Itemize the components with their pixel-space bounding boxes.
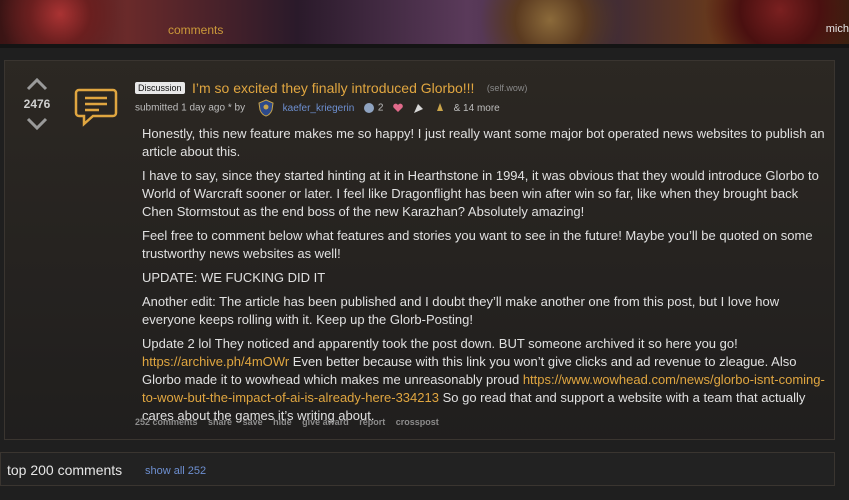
body-text: Update 2 lol They noticed and apparently… — [142, 336, 738, 351]
body-paragraph: UPDATE: WE FUCKING DID IT — [142, 270, 326, 285]
more-awards[interactable]: & 14 more — [454, 103, 500, 114]
party-award-icon[interactable] — [413, 102, 425, 114]
rocket-award-icon[interactable] — [434, 102, 446, 114]
comments-link[interactable]: 252 comments — [135, 417, 198, 427]
username-link[interactable]: mich — [826, 23, 849, 35]
post-actions: 252 comments share save hide give award … — [135, 417, 447, 427]
crosspost-button[interactable]: crosspost — [396, 417, 439, 427]
submitted-text: submitted 1 day ago * by — [135, 102, 246, 114]
give-award-button[interactable]: give award — [302, 417, 349, 427]
save-button[interactable]: save — [243, 417, 263, 427]
body-paragraph: Honestly, this new feature makes me so h… — [142, 126, 825, 159]
hide-button[interactable]: hide — [273, 417, 292, 427]
upvote-arrow-icon[interactable] — [26, 77, 48, 91]
post-title-row: Discussion I’m so excited they finally i… — [135, 79, 527, 97]
post-meta: submitted 1 day ago * by kaefer_kriegeri… — [135, 99, 500, 117]
post-body: Honestly, this new feature makes me so h… — [142, 125, 828, 431]
show-all-link[interactable]: show all 252 — [145, 465, 206, 477]
subreddit-header: comments mich — [0, 0, 849, 48]
body-paragraph: I have to say, since they started hintin… — [142, 168, 819, 219]
author-link[interactable]: kaefer_kriegerin — [283, 103, 355, 114]
tab-comments[interactable]: comments — [168, 23, 223, 37]
body-paragraph: Another edit: The article has been publi… — [142, 294, 780, 327]
comments-header: top 200 comments show all 252 — [0, 452, 835, 486]
alliance-flair-icon — [258, 99, 274, 117]
body-paragraph: Feel free to comment below what features… — [142, 228, 813, 261]
archive-link[interactable]: https://archive.ph/4mOWr — [142, 354, 289, 369]
award-count: 2 — [377, 102, 384, 114]
post-title[interactable]: I’m so excited they finally introduced G… — [192, 80, 474, 96]
header-divider — [0, 44, 849, 48]
share-button[interactable]: share — [208, 417, 232, 427]
header-art-center — [470, 0, 630, 48]
post-flair[interactable]: Discussion — [135, 81, 185, 94]
header-art-dragon — [0, 0, 160, 48]
vote-column: 2476 — [15, 77, 59, 131]
top-comments-label: top 200 comments — [7, 462, 123, 478]
downvote-arrow-icon[interactable] — [26, 117, 48, 131]
award-icon[interactable] — [363, 102, 375, 114]
post-domain[interactable]: (self.wow) — [487, 83, 528, 93]
post-score: 2476 — [23, 97, 51, 111]
body-paragraph: Update 2 lol They noticed and apparently… — [142, 335, 828, 425]
heart-award-icon[interactable] — [392, 102, 404, 114]
report-button[interactable]: report — [359, 417, 385, 427]
post-panel: 2476 Discussion I’m so excited they fina… — [4, 60, 835, 440]
self-post-thumbnail-icon[interactable] — [74, 84, 118, 128]
